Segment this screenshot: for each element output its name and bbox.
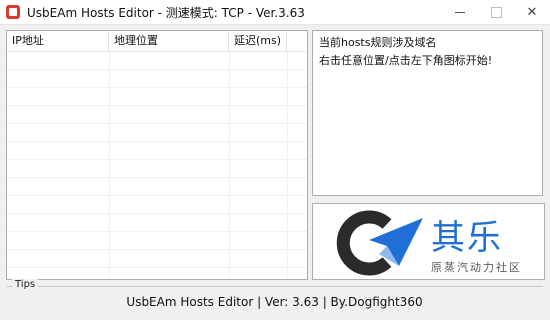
tips-group: Tips UsbEAm Hosts Editor | Ver: 3.63 | B… [6, 279, 543, 316]
minimize-icon [455, 11, 465, 13]
column-location[interactable]: 地理位置 [109, 31, 229, 51]
logo-text-keylol: 其乐 [431, 218, 503, 258]
list-header: IP地址 地理位置 延迟(ms) [7, 31, 307, 52]
column-latency[interactable]: 延迟(ms) [229, 31, 287, 51]
minimize-button[interactable] [442, 0, 478, 24]
maximize-icon [490, 6, 502, 18]
close-button[interactable]: ✕ [514, 0, 550, 24]
tips-label: Tips [12, 279, 39, 290]
status-text: UsbEAm Hosts Editor | Ver: 3.63 | By.Dog… [126, 295, 423, 309]
maximize-button[interactable] [478, 0, 514, 24]
column-divider [287, 52, 288, 279]
hosts-info-panel[interactable]: 当前hosts规则涉及域名 右击任意位置/点击左下角图标开始! [312, 30, 543, 196]
column-divider [229, 52, 230, 279]
info-line-domains: 当前hosts规则涉及域名 [319, 36, 437, 49]
title-bar: UsbEAm Hosts Editor - 测速模式: TCP - Ver.3.… [0, 0, 550, 25]
list-rows-area[interactable] [7, 52, 307, 279]
column-ip-address[interactable]: IP地址 [7, 31, 109, 51]
logo-text-subtitle: 原蒸汽动力社区 [431, 261, 522, 274]
window-title: UsbEAm Hosts Editor - 测速模式: TCP - Ver.3.… [27, 5, 305, 20]
window-controls: ✕ [442, 0, 550, 24]
info-line-instruction: 右击任意位置/点击左下角图标开始! [319, 54, 493, 67]
logo-panel[interactable]: 其乐 原蒸汽动力社区 [312, 203, 545, 280]
ip-list-view[interactable]: IP地址 地理位置 延迟(ms) [6, 30, 308, 280]
app-icon[interactable] [6, 5, 20, 19]
column-divider [109, 52, 110, 279]
